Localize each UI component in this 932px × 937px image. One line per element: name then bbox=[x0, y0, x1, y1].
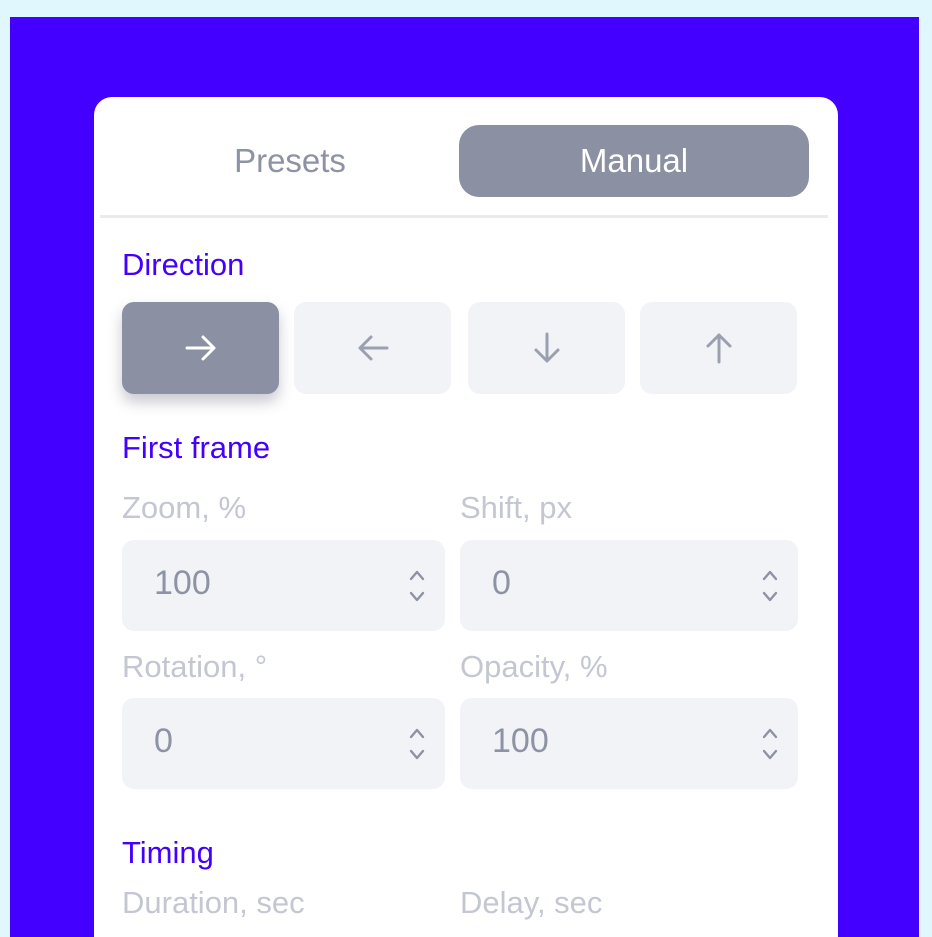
canvas-background: Presets Manual Direction First frame Zoo… bbox=[10, 17, 919, 937]
zoom-value: 100 bbox=[154, 564, 211, 602]
direction-right-button[interactable] bbox=[122, 302, 279, 394]
zoom-input[interactable]: 100 bbox=[122, 540, 445, 631]
shift-input[interactable]: 0 bbox=[460, 540, 798, 631]
mode-tabs: Presets Manual bbox=[94, 97, 838, 217]
tab-manual[interactable]: Manual bbox=[459, 125, 809, 197]
stepper-icon[interactable] bbox=[760, 724, 780, 764]
rotation-label: Rotation, ° bbox=[122, 649, 268, 684]
opacity-label: Opacity, % bbox=[460, 649, 608, 684]
opacity-value: 100 bbox=[492, 722, 549, 760]
first-frame-heading: First frame bbox=[122, 430, 271, 465]
stepper-icon[interactable] bbox=[407, 566, 427, 606]
rotation-value: 0 bbox=[154, 722, 173, 760]
arrow-up-icon bbox=[706, 333, 731, 364]
opacity-input[interactable]: 100 bbox=[460, 698, 798, 789]
arrow-down-icon bbox=[534, 332, 559, 363]
rotation-input[interactable]: 0 bbox=[122, 698, 445, 789]
shift-value: 0 bbox=[492, 564, 511, 602]
direction-left-button[interactable] bbox=[294, 302, 451, 394]
zoom-label: Zoom, % bbox=[122, 490, 247, 525]
direction-up-button[interactable] bbox=[640, 302, 797, 394]
direction-down-button[interactable] bbox=[468, 302, 625, 394]
animation-settings-panel: Presets Manual Direction First frame Zoo… bbox=[94, 97, 838, 937]
shift-label: Shift, px bbox=[460, 490, 572, 525]
tab-presets[interactable]: Presets bbox=[120, 125, 460, 197]
arrow-right-icon bbox=[185, 335, 215, 361]
timing-heading: Timing bbox=[122, 835, 214, 870]
arrow-left-icon bbox=[358, 335, 388, 361]
delay-label: Delay, sec bbox=[460, 885, 603, 920]
tabs-divider bbox=[100, 215, 828, 218]
duration-label: Duration, sec bbox=[122, 885, 305, 920]
direction-heading: Direction bbox=[122, 247, 245, 282]
stepper-icon[interactable] bbox=[760, 566, 780, 606]
stepper-icon[interactable] bbox=[407, 724, 427, 764]
